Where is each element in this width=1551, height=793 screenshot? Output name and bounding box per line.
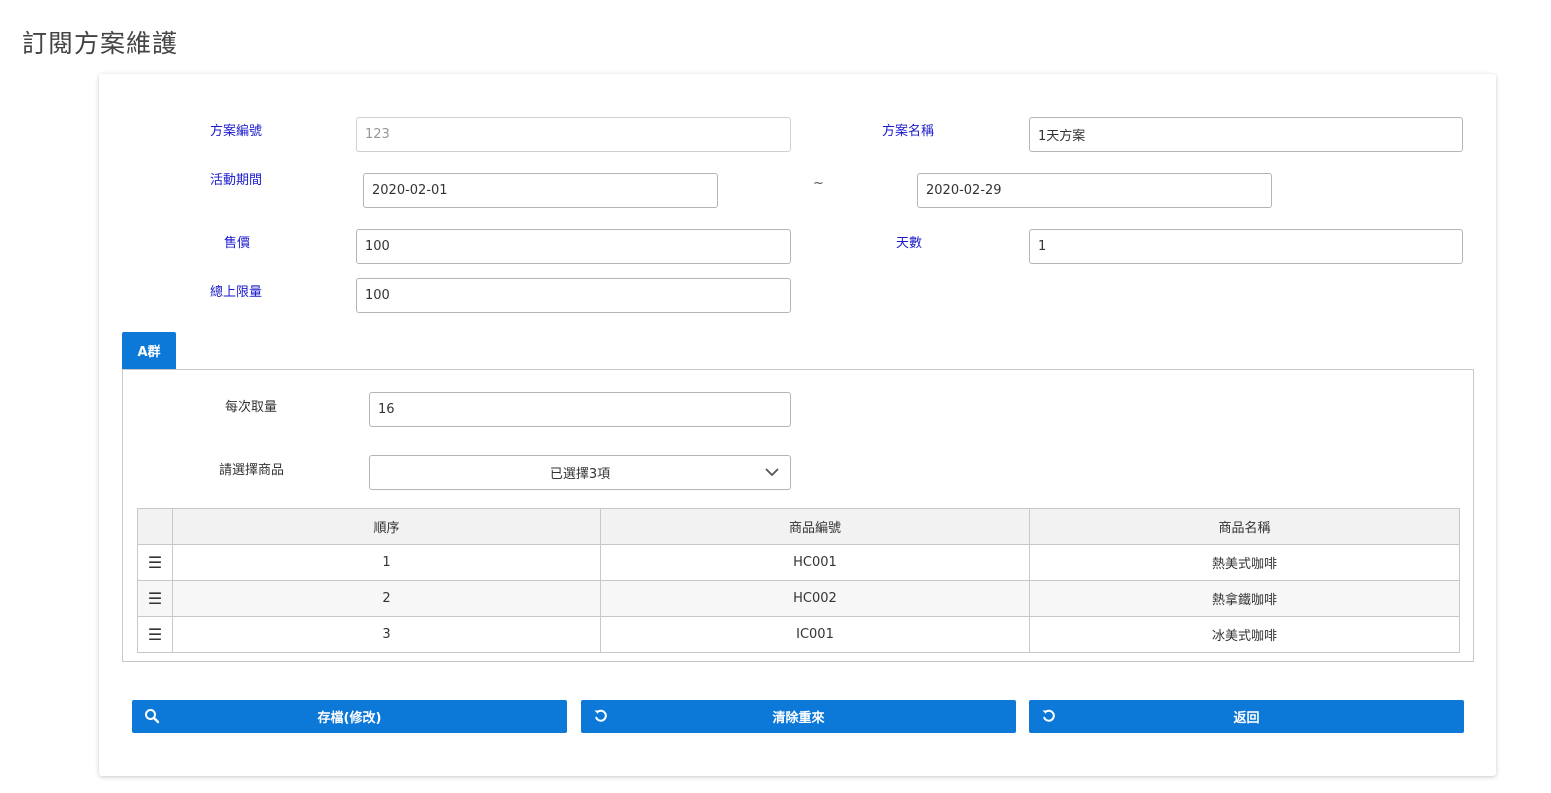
form-card: 方案編號 方案名稱 活動期間 ~ 售價 天數 總上限量 A群 每次取量 請選擇商… <box>99 74 1496 776</box>
row-name: 冰美式咖啡 <box>1029 616 1460 653</box>
price-field[interactable] <box>356 229 791 264</box>
row-code: HC002 <box>600 580 1030 617</box>
plan-name-label: 方案名稱 <box>882 124 935 139</box>
product-select-value: 已選擇3項 <box>549 467 611 482</box>
back-button-label: 返回 <box>1233 711 1260 726</box>
group-a-panel: 每次取量 請選擇商品 已選擇3項 順序 商品編號 商品名稱 <box>122 369 1474 662</box>
plan-id-field[interactable] <box>356 117 791 152</box>
table-row: ☰ 3 IC001 冰美式咖啡 <box>137 616 1460 653</box>
row-name: 熱美式咖啡 <box>1029 544 1460 581</box>
table-row: ☰ 2 HC002 熱拿鐵咖啡 <box>137 580 1460 617</box>
column-header-code: 商品編號 <box>600 508 1030 545</box>
table-row: ☰ 1 HC001 熱美式咖啡 <box>137 544 1460 581</box>
page-title: 訂閱方案維護 <box>22 29 179 58</box>
chevron-down-icon <box>765 468 779 477</box>
product-select-label: 請選擇商品 <box>219 463 285 478</box>
period-start-field[interactable] <box>363 173 718 208</box>
row-code: IC001 <box>600 616 1030 653</box>
drag-handle-icon[interactable]: ☰ <box>137 616 173 653</box>
plan-id-label: 方案編號 <box>210 124 263 139</box>
row-name: 熱拿鐵咖啡 <box>1029 580 1460 617</box>
drag-handle-icon[interactable]: ☰ <box>137 544 173 581</box>
days-label: 天數 <box>896 236 923 251</box>
period-separator: ~ <box>813 176 824 191</box>
row-order: 3 <box>172 616 601 653</box>
row-order: 1 <box>172 544 601 581</box>
row-code: HC001 <box>600 544 1030 581</box>
undo-icon <box>594 709 607 722</box>
per-take-field[interactable] <box>369 392 791 427</box>
total-limit-field[interactable] <box>356 278 791 313</box>
row-order: 2 <box>172 580 601 617</box>
save-button-label: 存檔(修改) <box>317 711 382 726</box>
column-header-order: 順序 <box>172 508 601 545</box>
period-end-field[interactable] <box>917 173 1272 208</box>
total-limit-label: 總上限量 <box>210 285 263 300</box>
back-button[interactable]: 返回 <box>1029 700 1464 733</box>
price-label: 售價 <box>224 236 251 251</box>
product-table: 順序 商品編號 商品名稱 ☰ 1 HC001 熱美式咖啡 ☰ 2 HC002 熱… <box>137 508 1460 653</box>
drag-handle-icon[interactable]: ☰ <box>137 580 173 617</box>
plan-name-field[interactable] <box>1029 117 1463 152</box>
save-button[interactable]: 存檔(修改) <box>132 700 567 733</box>
column-header-name: 商品名稱 <box>1029 508 1460 545</box>
product-select[interactable]: 已選擇3項 <box>369 455 791 490</box>
reset-button-label: 清除重來 <box>772 711 825 726</box>
table-header-row: 順序 商品編號 商品名稱 <box>137 508 1460 545</box>
search-icon <box>145 709 160 724</box>
undo-icon <box>1042 709 1055 722</box>
period-label: 活動期間 <box>210 173 263 188</box>
per-take-label: 每次取量 <box>225 400 278 415</box>
days-field[interactable] <box>1029 229 1463 264</box>
tab-group-a[interactable]: A群 <box>122 332 176 369</box>
drag-column-header <box>137 508 173 545</box>
reset-button[interactable]: 清除重來 <box>581 700 1016 733</box>
